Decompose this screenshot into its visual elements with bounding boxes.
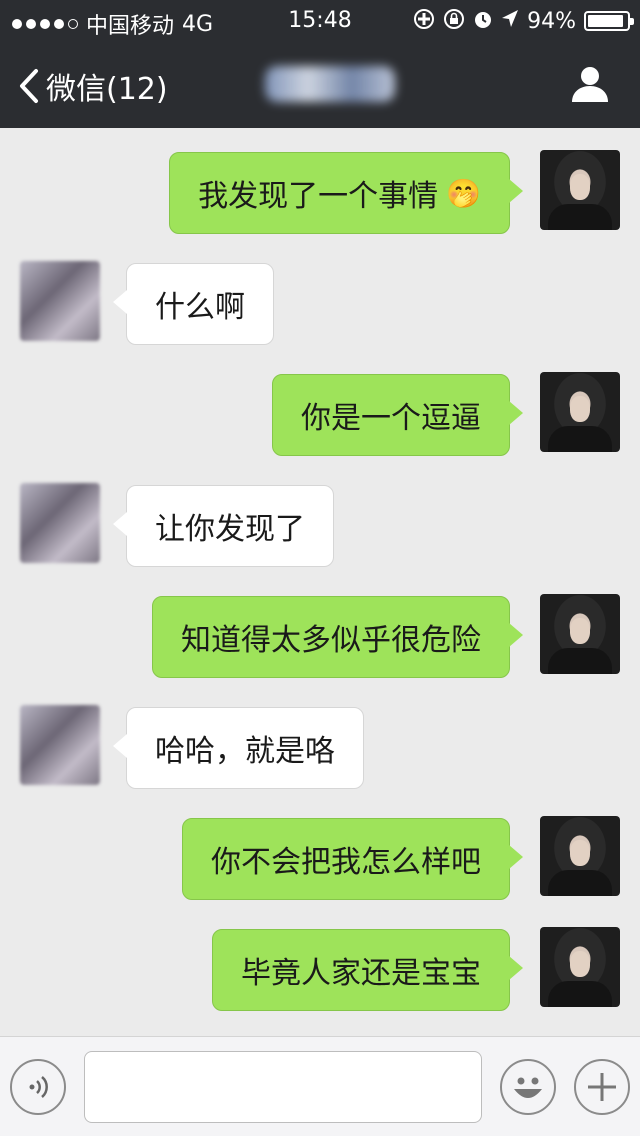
person-icon (572, 67, 608, 102)
chat-message-list[interactable]: 我发现了一个事情 🤭 什么啊你是一个逗逼让你发现了知道得太多似乎很危险哈哈，就是咯你… (0, 128, 640, 1036)
voice-input-button[interactable] (10, 1059, 66, 1115)
sent-message-bubble[interactable]: 你不会把我怎么样吧 (182, 818, 523, 900)
message-row: 什么啊 (0, 261, 640, 351)
navigation-bar: 微信(12) (0, 40, 640, 128)
battery-percent: 94% (527, 8, 576, 34)
status-right: 94% (413, 8, 634, 34)
message-row: 让你发现了 (0, 483, 640, 573)
sent-message-bubble[interactable]: 我发现了一个事情 🤭 (169, 152, 523, 234)
my-avatar[interactable] (540, 594, 620, 674)
location-arrow-icon (501, 8, 519, 34)
location-services-icon (413, 8, 435, 34)
message-row: 哈哈，就是咯 (0, 705, 640, 795)
message-input-bar (0, 1036, 640, 1136)
message-text: 知道得太多似乎很危险 (181, 623, 481, 658)
message-text: 你不会把我怎么样吧 (211, 845, 481, 880)
message-row: 毕竟人家还是宝宝 (0, 927, 640, 1017)
message-text: 哈哈，就是咯 (155, 734, 335, 769)
received-message-bubble[interactable]: 什么啊 (113, 263, 274, 345)
message-row: 我发现了一个事情 🤭 (0, 150, 640, 240)
back-button[interactable]: 微信(12) (18, 64, 168, 108)
voice-wave-icon (29, 1076, 48, 1098)
message-text: 我发现了一个事情 (198, 179, 439, 214)
sent-message-bubble[interactable]: 毕竟人家还是宝宝 (212, 929, 523, 1011)
battery-icon (584, 11, 634, 31)
my-avatar[interactable] (540, 816, 620, 896)
emoji-button[interactable] (500, 1059, 556, 1115)
message-row: 你是一个逗逼 (0, 372, 640, 462)
message-text-input[interactable] (84, 1051, 482, 1123)
alarm-icon (473, 8, 493, 34)
message-text: 让你发现了 (155, 512, 305, 547)
contact-avatar[interactable] (20, 483, 100, 563)
message-text: 你是一个逗逼 (301, 401, 481, 436)
my-avatar[interactable] (540, 372, 620, 452)
received-message-bubble[interactable]: 让你发现了 (113, 485, 334, 567)
message-row: 你不会把我怎么样吧 (0, 816, 640, 906)
sent-message-bubble[interactable]: 知道得太多似乎很危险 (152, 596, 523, 678)
contact-avatar[interactable] (20, 705, 100, 785)
back-button-label: 微信(12) (46, 72, 168, 107)
contact-avatar[interactable] (20, 261, 100, 341)
plus-icon (588, 1073, 616, 1101)
more-options-button[interactable] (574, 1059, 630, 1115)
message-emoji: 🤭 (446, 176, 481, 210)
chevron-left-icon (20, 69, 38, 103)
sent-message-bubble[interactable]: 你是一个逗逼 (272, 374, 523, 456)
smiley-face-icon (514, 1077, 542, 1098)
received-message-bubble[interactable]: 哈哈，就是咯 (113, 707, 364, 789)
contact-profile-button[interactable] (570, 64, 610, 104)
status-bar: 中国移动 4G 15:48 94% (0, 0, 640, 40)
top-bar: 中国移动 4G 15:48 94% 微信(12) (0, 0, 640, 128)
rotation-lock-icon (443, 8, 465, 34)
message-row: 知道得太多似乎很危险 (0, 594, 640, 684)
message-text: 什么啊 (155, 290, 245, 325)
my-avatar[interactable] (540, 927, 620, 1007)
message-text: 毕竟人家还是宝宝 (241, 956, 481, 991)
my-avatar[interactable] (540, 150, 620, 230)
chat-title-blurred (265, 66, 395, 102)
